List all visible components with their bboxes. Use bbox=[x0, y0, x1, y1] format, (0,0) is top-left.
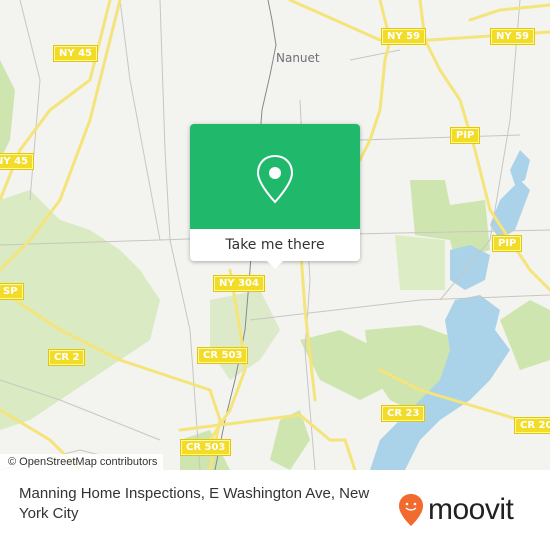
road-shield-cr2: CR 2 bbox=[47, 349, 86, 366]
road-shield-cr503: CR 503 bbox=[196, 347, 249, 364]
road-shield-pip: PIP bbox=[491, 235, 523, 252]
moovit-pin-icon bbox=[399, 494, 423, 526]
map-pin-icon bbox=[256, 154, 294, 204]
popup-pointer bbox=[267, 261, 283, 269]
popup-header bbox=[190, 124, 360, 229]
road-shield-cr20: CR 20 bbox=[513, 417, 550, 434]
road-shield-cr23: CR 23 bbox=[380, 405, 426, 422]
moovit-logo[interactable]: moovit bbox=[398, 490, 514, 530]
location-title: Manning Home Inspections, E Washington A… bbox=[19, 485, 370, 522]
road-shield-ny59: NY 59 bbox=[380, 28, 427, 45]
place-label-nanuet: Nanuet bbox=[276, 51, 320, 65]
road-shield-pip: PIP bbox=[449, 127, 481, 144]
road-shield-ny45: NY 45 bbox=[52, 45, 99, 62]
road-shield-ny59: NY 59 bbox=[489, 28, 536, 45]
road-shield-ny304: NY 304 bbox=[213, 275, 265, 292]
road-shield-ny45: NY 45 bbox=[0, 153, 35, 170]
footer: Manning Home Inspections, E Washington A… bbox=[0, 470, 550, 550]
brand-name: moovit bbox=[428, 493, 514, 526]
map-attribution[interactable]: © OpenStreetMap contributors bbox=[0, 454, 164, 470]
water-bodies bbox=[370, 150, 530, 470]
take-me-there-popup[interactable]: Take me there bbox=[190, 124, 360, 269]
map[interactable]: Nanuet NY 45 NY 45 NY 59 NY 59 PIP PIP S… bbox=[0, 0, 550, 470]
take-me-there-button[interactable]: Take me there bbox=[190, 229, 360, 261]
road-shield-cr503: CR 503 bbox=[179, 439, 232, 456]
road-shield-psp: SP bbox=[0, 283, 24, 300]
